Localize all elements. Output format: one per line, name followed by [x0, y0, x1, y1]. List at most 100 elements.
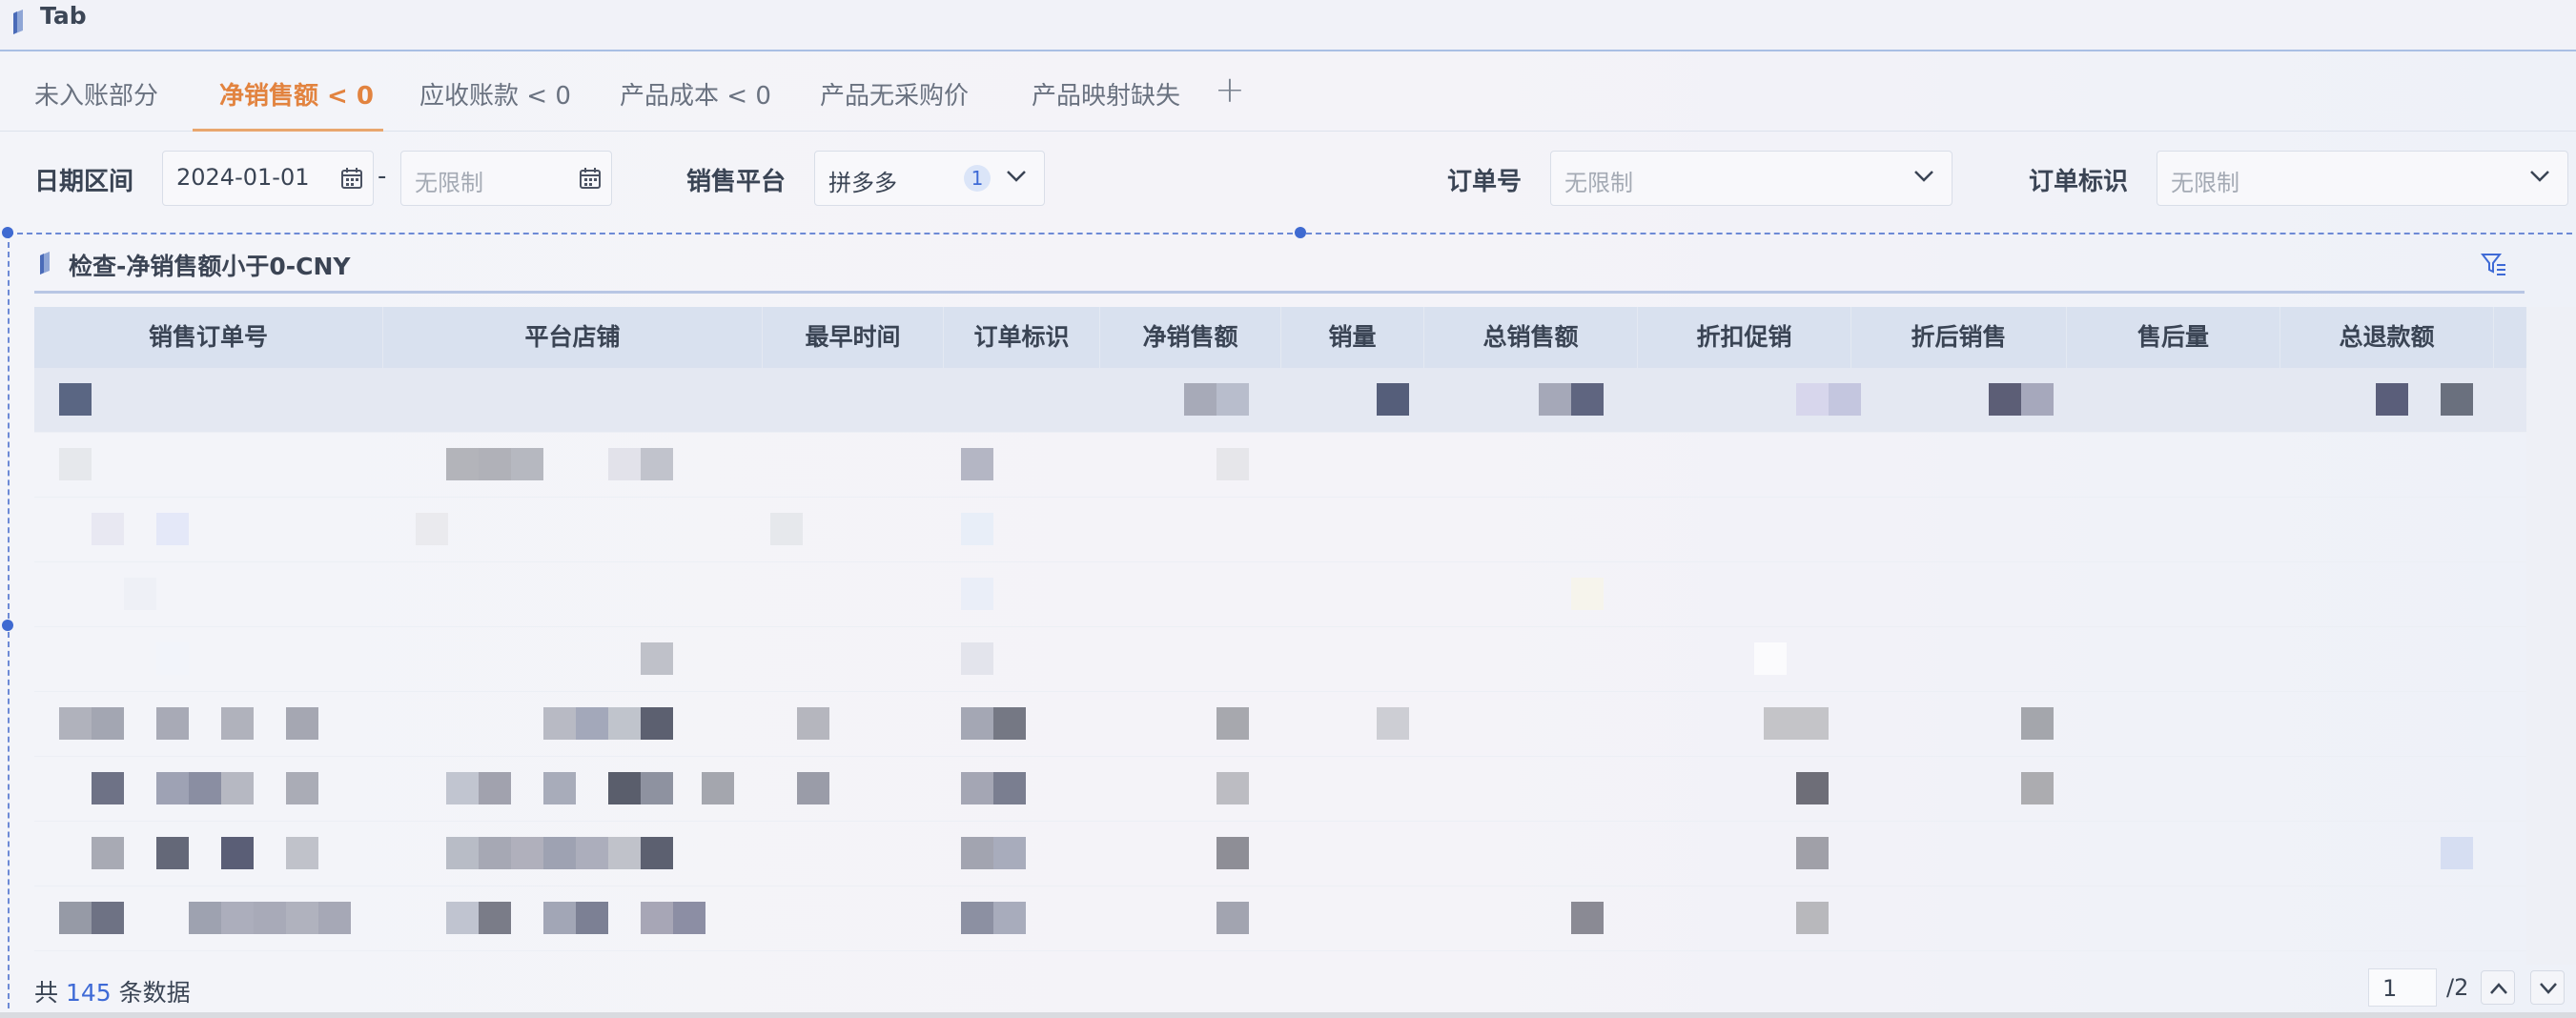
tab-mapping-missing[interactable]: 产品映射缺失 [1032, 76, 1180, 112]
column-header[interactable]: 净销售额 [1100, 307, 1281, 368]
pixelated-cell [254, 902, 286, 934]
pixelated-cell [576, 707, 608, 740]
tab-product-cost-negative[interactable]: 产品成本 < 0 [620, 76, 771, 112]
tab-net-sales-negative[interactable]: 净销售额 < 0 [219, 76, 374, 112]
section-marker-icon [40, 252, 50, 275]
table-row[interactable] [34, 562, 2576, 627]
table-row[interactable] [34, 692, 2576, 757]
date-start-value: 2024-01-01 [176, 164, 310, 191]
platform-label: 销售平台 [686, 168, 787, 196]
data-table: 销售订单号 平台店铺 最早时间 订单标识 净销售额 销量 总销售额 折扣促销 折… [34, 307, 2576, 965]
date-end-placeholder: 无限制 [415, 170, 483, 196]
pixelated-cell [1216, 837, 1249, 869]
chevron-down-icon[interactable] [1913, 170, 1934, 183]
pixelated-cell [608, 448, 641, 480]
page-number-input[interactable]: 1 [2368, 968, 2437, 1007]
pixelated-cell [2376, 383, 2408, 416]
pixelated-cell [1216, 707, 1249, 740]
tab-no-purchase-price[interactable]: 产品无采购价 [820, 76, 969, 112]
prev-page-button[interactable] [2481, 970, 2515, 1005]
table-row[interactable] [34, 886, 2576, 951]
tab-bar: 未入账部分 净销售额 < 0 应收账款 < 0 产品成本 < 0 产品无采购价 … [0, 63, 2576, 132]
pixelated-cell [416, 513, 448, 545]
pixelated-cell [608, 707, 641, 740]
pixelated-cell [1216, 383, 1249, 416]
filter-icon[interactable] [2481, 252, 2507, 276]
next-page-button[interactable] [2530, 970, 2565, 1005]
calendar-icon[interactable] [579, 167, 602, 190]
column-header[interactable]: 总销售额 [1424, 307, 1638, 368]
pixelated-cell [479, 448, 511, 480]
active-tab-indicator [193, 129, 383, 132]
pixelated-cell [59, 902, 92, 934]
table-header: 销售订单号 平台店铺 最早时间 订单标识 净销售额 销量 总销售额 折扣促销 折… [34, 307, 2576, 368]
pixelated-cell [446, 448, 479, 480]
order-no-select[interactable]: 无限制 [1550, 151, 1952, 206]
column-header[interactable]: 销售订单号 [34, 307, 383, 368]
pixelated-cell [1571, 383, 1604, 416]
column-header[interactable]: 折扣促销 [1638, 307, 1851, 368]
resize-handle[interactable] [1295, 227, 1306, 238]
column-header[interactable]: 平台店铺 [383, 307, 763, 368]
pixelated-cell [124, 578, 156, 610]
calendar-icon[interactable] [340, 167, 363, 190]
pixelated-cell [576, 902, 608, 934]
pixelated-cell [1539, 383, 1571, 416]
resize-handle[interactable] [2, 620, 13, 631]
pixelated-cell [446, 837, 479, 869]
pixelated-cell [673, 902, 705, 934]
pixelated-cell [1829, 383, 1861, 416]
date-end-input[interactable]: 无限制 [400, 151, 612, 206]
pixelated-cell [1754, 642, 1787, 675]
date-start-input[interactable]: 2024-01-01 [162, 151, 374, 206]
pixelated-cell [1184, 383, 1216, 416]
pixelated-cell [1796, 383, 1829, 416]
table-body [34, 368, 2576, 965]
tab-unbooked[interactable]: 未入账部分 [34, 76, 158, 112]
pixelated-cell [961, 902, 993, 934]
pixelated-cell [1989, 383, 2021, 416]
column-header[interactable]: 折后销售 [1851, 307, 2067, 368]
resize-handle[interactable] [2, 227, 13, 238]
table-row[interactable] [34, 627, 2576, 692]
table-scroll-edge[interactable] [2526, 307, 2576, 965]
pixelated-cell [543, 902, 576, 934]
column-header[interactable]: 最早时间 [763, 307, 944, 368]
column-header[interactable]: 总退款额 [2280, 307, 2494, 368]
order-no-placeholder: 无限制 [1564, 170, 1633, 196]
filter-row: 日期区间 2024-01-01 - 无限制 销售平台 拼多多 1 订单号 无限制… [0, 149, 2576, 212]
platform-select[interactable]: 拼多多 1 [814, 151, 1045, 206]
pixelated-cell [59, 448, 92, 480]
pixelated-cell [641, 772, 673, 804]
pixelated-cell [1571, 902, 1604, 934]
table-row[interactable] [34, 757, 2576, 822]
pixelated-cell [286, 707, 318, 740]
column-header[interactable]: 销量 [1281, 307, 1424, 368]
pixelated-cell [993, 772, 1026, 804]
table-row[interactable] [34, 498, 2576, 562]
platform-value: 拼多多 [828, 170, 897, 196]
pixelated-cell [221, 837, 254, 869]
chevron-down-icon[interactable] [2529, 170, 2550, 183]
pixelated-cell [961, 513, 993, 545]
plus-icon[interactable]: + [1215, 69, 1245, 111]
table-row[interactable] [34, 368, 2576, 433]
pixelated-cell [59, 383, 92, 416]
table-row[interactable] [34, 433, 2576, 498]
pixelated-cell [961, 707, 993, 740]
order-tag-select[interactable]: 无限制 [2157, 151, 2568, 206]
column-header[interactable]: 售后量 [2067, 307, 2280, 368]
pixelated-cell [961, 578, 993, 610]
pixelated-cell [318, 902, 351, 934]
pixelated-cell [993, 707, 1026, 740]
pixelated-cell [770, 513, 803, 545]
pixelated-cell [221, 772, 254, 804]
tab-receivable-negative[interactable]: 应收账款 < 0 [419, 76, 571, 112]
pixelated-cell [961, 772, 993, 804]
pixelated-cell [479, 837, 511, 869]
pixelated-cell [641, 448, 673, 480]
column-header[interactable]: 订单标识 [944, 307, 1100, 368]
chevron-down-icon[interactable] [1006, 170, 1027, 183]
table-row[interactable] [34, 822, 2576, 886]
section-title: 检查-净销售额小于0-CNY [69, 253, 351, 280]
